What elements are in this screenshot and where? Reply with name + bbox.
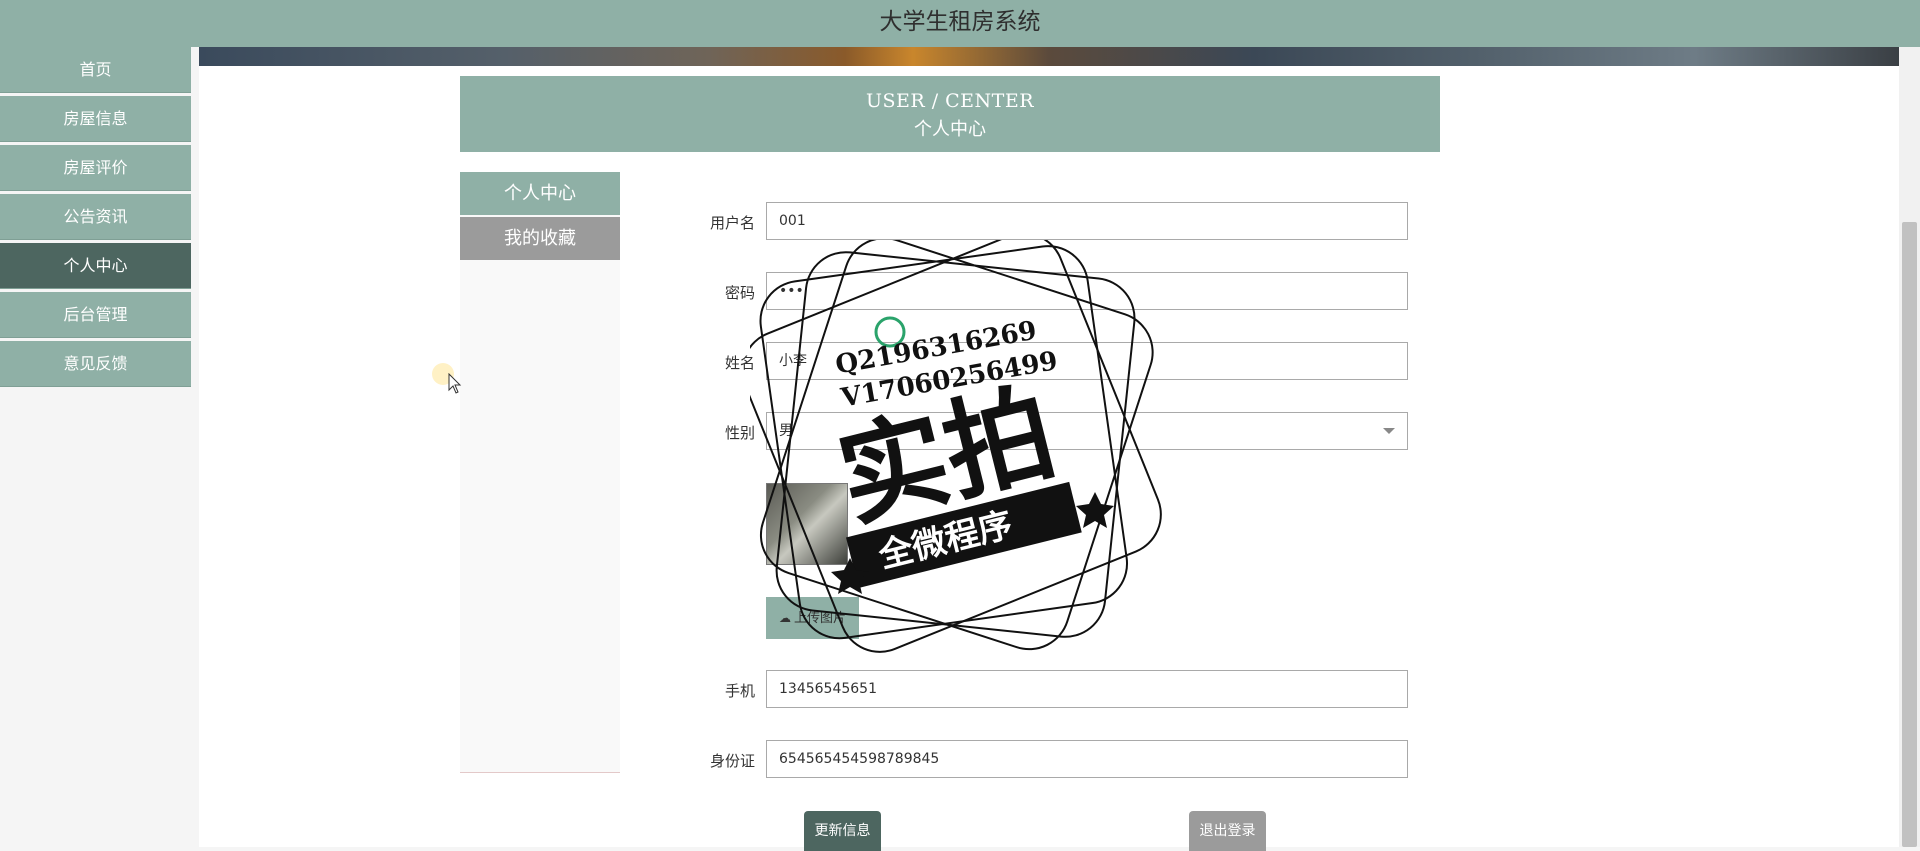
update-info-button[interactable]: 更新信息 (804, 811, 881, 851)
subnav-item-profile[interactable]: 个人中心 (460, 172, 620, 215)
subnav-item-favorites[interactable]: 我的收藏 (460, 217, 620, 260)
name-input[interactable]: 小李 (766, 342, 1408, 380)
gender-select[interactable]: 男 (766, 412, 1408, 450)
sidebar-item-home[interactable]: 首页 (0, 47, 191, 93)
user-center-subnav: 个人中心 我的收藏 (460, 172, 620, 773)
chevron-down-icon (1383, 428, 1395, 434)
password-label: 密码 (724, 284, 755, 302)
id-card-input[interactable]: 654565454598789845 (766, 740, 1408, 778)
cloud-upload-icon: ☁ (778, 611, 791, 625)
app-title: 大学生租房系统 (879, 9, 1041, 35)
gender-label: 性别 (724, 424, 755, 442)
gender-select-value: 男 (779, 423, 793, 439)
username-input[interactable]: 001 (766, 202, 1408, 240)
app-header: 大学生租房系统 (0, 0, 1920, 47)
avatar (766, 483, 848, 565)
phone-input[interactable]: 13456545651 (766, 670, 1408, 708)
id-card-label: 身份证 (709, 752, 755, 770)
sidebar-item-user-center[interactable]: 个人中心 (0, 243, 191, 289)
scrollbar-thumb[interactable] (1902, 222, 1917, 847)
sidebar-item-admin[interactable]: 后台管理 (0, 292, 191, 338)
name-label: 姓名 (724, 354, 755, 372)
username-label: 用户名 (709, 214, 755, 232)
main-content (199, 66, 1899, 847)
sidebar-item-feedback[interactable]: 意见反馈 (0, 341, 191, 387)
sidebar-nav: 首页 房屋信息 房屋评价 公告资讯 个人中心 后台管理 意见反馈 (0, 47, 191, 390)
phone-label: 手机 (724, 682, 755, 700)
user-center-header: USER / CENTER 个人中心 (460, 76, 1440, 152)
mouse-pointer-icon (448, 373, 462, 394)
logout-button[interactable]: 退出登录 (1189, 811, 1266, 851)
user-center-title-cn: 个人中心 (914, 119, 986, 140)
sidebar-item-announcements[interactable]: 公告资讯 (0, 194, 191, 240)
upload-image-button[interactable]: ☁ 上传图片 (766, 597, 859, 639)
password-input[interactable]: ••• (766, 272, 1408, 310)
user-center-title-en: USER / CENTER (865, 90, 1035, 112)
upload-image-label: 上传图片 (793, 611, 846, 626)
banner-image (199, 47, 1899, 66)
sidebar-item-house-review[interactable]: 房屋评价 (0, 145, 191, 191)
sidebar-item-house-info[interactable]: 房屋信息 (0, 96, 191, 142)
